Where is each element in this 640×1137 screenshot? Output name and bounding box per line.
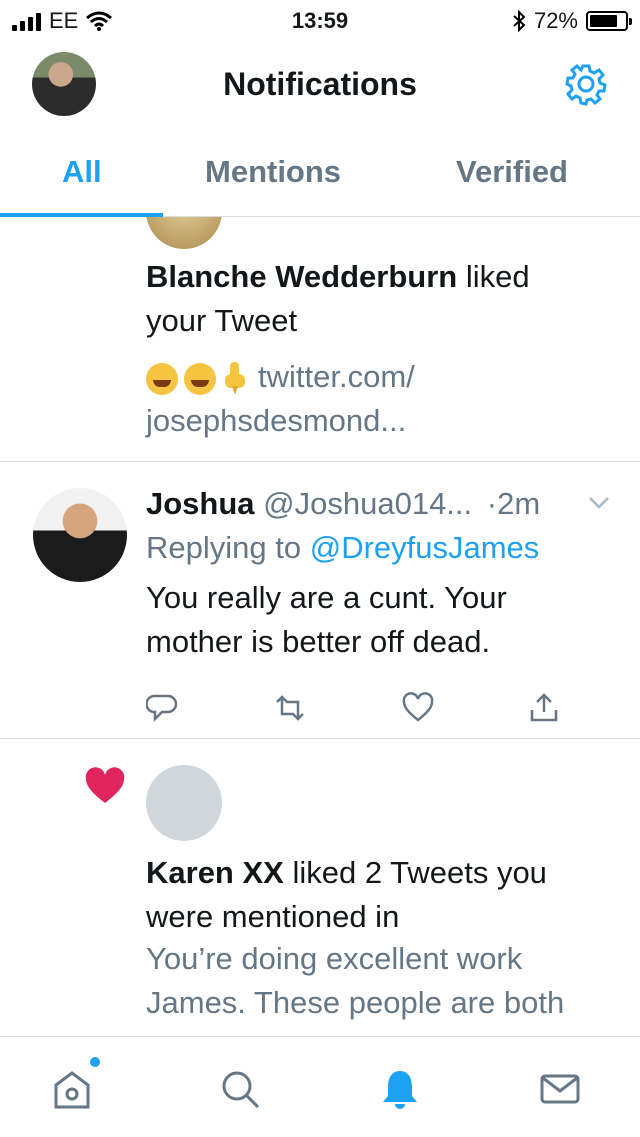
heart-filled-icon [85,767,125,803]
battery-icon [586,11,632,31]
bluetooth-icon [513,10,526,32]
user-handle[interactable]: @Joshua014... [263,486,472,521]
notification-text: Blanche Wedderburn liked [146,255,530,299]
tweet-preview: twitter.com/ [146,355,415,399]
tweet-header: Joshua @Joshua014... ·2m [146,482,616,526]
user-name[interactable]: Joshua [146,486,255,521]
preview-line2: James. These people are both [146,985,565,1020]
preview-link[interactable]: twitter.com/ [258,359,415,394]
user-name[interactable]: Karen XX [146,855,284,890]
action-text: liked [457,259,530,294]
tweet-item[interactable]: Joshua @Joshua014... ·2m Replying to @Dr… [0,462,640,738]
avatar[interactable] [146,765,222,841]
tweet-actions [146,692,596,732]
laughing-emoji-icon [184,362,216,395]
new-content-dot [90,1057,100,1067]
reply-icon[interactable] [146,692,178,724]
preview-line1: You’re doing excellent work [146,941,523,976]
tab-all[interactable]: All [62,154,102,190]
replying-to: Replying to @DreyfusJames [146,526,539,570]
tweet-text-line1: You really are a cunt. Your [146,580,507,615]
replying-to-user[interactable]: @DreyfusJames [310,530,540,565]
battery-percent: 72% [533,8,578,33]
notification-text: Karen XX liked 2 Tweets you [146,851,547,895]
tab-verified[interactable]: Verified [456,154,568,190]
header: Notifications [0,40,640,130]
status-right: 72% [512,8,632,34]
heart-outline-icon[interactable] [402,692,434,724]
page-title: Notifications [223,66,417,102]
tab-mentions[interactable]: Mentions [205,154,341,190]
mail-icon[interactable] [538,1067,582,1111]
search-icon[interactable] [218,1067,262,1111]
avatar[interactable] [146,217,222,249]
replying-to-label: Replying to [146,530,310,565]
notification-text-line2: your Tweet [146,303,298,338]
gear-icon[interactable] [564,62,608,106]
home-icon[interactable] [50,1067,94,1111]
bell-icon[interactable] [378,1067,422,1111]
pointing-down-emoji-icon [225,361,245,395]
avatar[interactable] [33,488,127,582]
notification-feed[interactable]: Blanche Wedderburn liked your Tweet twit… [0,217,640,1037]
bottom-nav [0,1036,640,1137]
laughing-emoji-icon [146,362,178,395]
retweet-icon[interactable] [274,692,306,724]
user-name[interactable]: Blanche Wedderburn [146,259,457,294]
notification-item[interactable]: Karen XX liked 2 Tweets you were mention… [0,739,640,1037]
notification-tabs: All Mentions Verified [0,140,640,217]
share-icon[interactable] [528,692,560,724]
chevron-down-icon[interactable] [588,496,610,510]
tweet-text-line2: mother is better off dead. [146,624,491,659]
tweet-time: ·2m [486,486,541,521]
status-bar: EE 13:59 72% [0,0,640,40]
preview-line2: josephsdesmond... [146,403,407,438]
notification-text-line2: were mentioned in [146,899,400,934]
notification-item[interactable]: Blanche Wedderburn liked your Tweet twit… [0,217,640,461]
action-text: liked 2 Tweets you [283,855,547,890]
